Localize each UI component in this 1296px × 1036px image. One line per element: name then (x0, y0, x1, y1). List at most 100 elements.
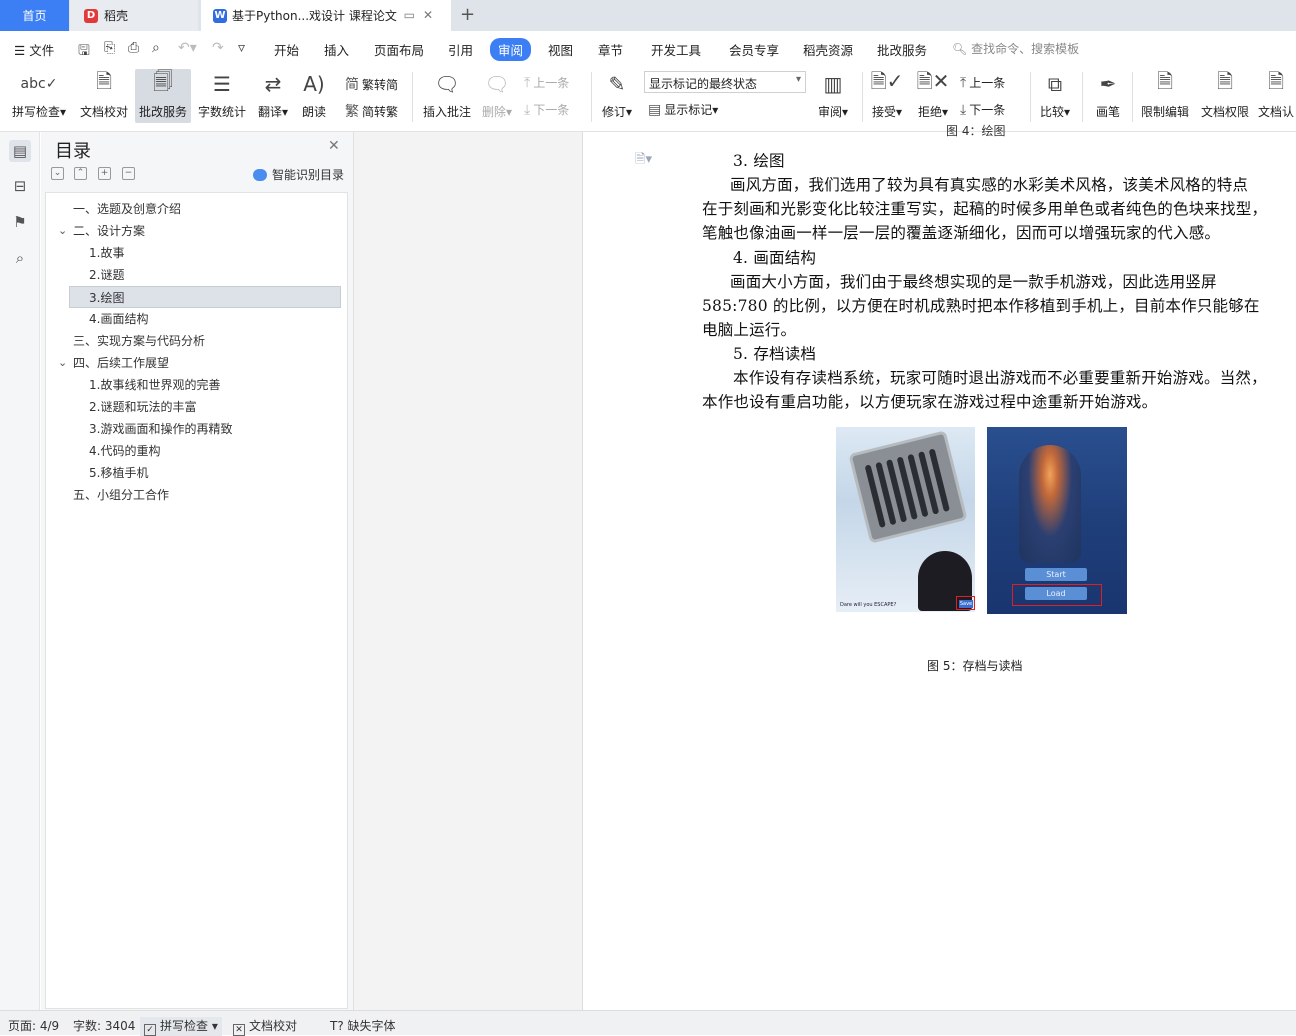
page-indicator[interactable]: 页面: 4/9 (8, 1017, 59, 1034)
command-search[interactable]: 🔍︎ 查找命令、搜索模板 (952, 40, 1079, 57)
menu-insert[interactable]: 插入 (324, 40, 349, 59)
toc-item[interactable]: 2.谜题和玩法的丰富 (89, 396, 196, 418)
review-pane-button[interactable]: ▥ 审阅▾ (814, 69, 852, 120)
tab-document[interactable]: W 基于Python...戏设计 课程论文 ▭✕ (201, 0, 451, 31)
chapter-nav-icon[interactable]: ⊟ (9, 175, 31, 197)
smart-toc-button[interactable]: 智能识别目录 (253, 166, 344, 183)
menu-daoke-resources[interactable]: 稻壳资源 (803, 40, 853, 59)
trad-to-simp-button[interactable]: 简繁转简 (345, 74, 398, 94)
toc-item-label: 二、设计方案 (73, 224, 146, 238)
add-heading-icon[interactable]: + (98, 167, 111, 180)
spell-check-button[interactable]: abc✓ 拼写检查▾ (8, 69, 70, 120)
missing-font-label: 缺失字体 (347, 1019, 396, 1033)
paragraph-marker-icon[interactable]: 🗎▾ (635, 150, 652, 172)
menu-page-layout[interactable]: 页面布局 (374, 40, 424, 59)
tab-daoke[interactable]: D 稻壳 (70, 0, 198, 31)
toc-item[interactable]: 2.谜题 (89, 264, 124, 286)
file-menu[interactable]: ☰ 文件 (14, 40, 54, 59)
pin-tab-icon[interactable]: ▭ (404, 8, 423, 22)
menu-review[interactable]: 审阅 (490, 38, 532, 61)
find-icon[interactable]: ⌕ (9, 247, 31, 269)
redo-icon[interactable]: ↷ (212, 40, 224, 56)
font-warning-icon: T? (330, 1019, 348, 1033)
missing-font-status[interactable]: T? 缺失字体 (330, 1017, 396, 1034)
toc-item[interactable]: ⌄ 二、设计方案 (58, 220, 146, 242)
toc-item[interactable]: 三、实现方案与代码分析 (73, 330, 205, 352)
remove-heading-icon[interactable]: − (122, 167, 135, 180)
doc-proof-button[interactable]: 🗎 文档校对 (76, 69, 132, 120)
prev-comment-button[interactable]: ⤒ 上一条 (524, 74, 569, 91)
outline-icon[interactable]: ▤ (9, 140, 31, 162)
review-ribbon: abc✓ 拼写检查▾ 🗎 文档校对 🗐 批改服务 ☰ 字数统计 ⇄ 翻译▾ A)… (0, 66, 1296, 132)
game-screenshot-save[interactable]: Dare will you ESCAPE? Save (836, 427, 975, 612)
correction-service-button[interactable]: 🗐 批改服务 (135, 69, 191, 123)
tab-home[interactable]: 首页 (0, 0, 69, 31)
collapse-all-icon[interactable]: ⌃ (74, 167, 87, 180)
read-aloud-button[interactable]: A) 朗读 (297, 69, 331, 120)
menu-developer[interactable]: 开发工具 (651, 40, 701, 59)
toc-item-label: 四、后续工作展望 (73, 356, 170, 370)
pen-button[interactable]: ✒ 画笔 (1090, 69, 1126, 120)
menu-member[interactable]: 会员专享 (729, 40, 779, 59)
translate-button[interactable]: ⇄ 翻译▾ (254, 69, 292, 120)
document-page[interactable]: 图 4：绘图 🗎▾ 3. 绘图 画风方面，我们选用了较为具有真实感的水彩美术风格… (582, 124, 1296, 1010)
toc-item[interactable]: ⌄ 四、后续工作展望 (58, 352, 170, 374)
next-comment-button[interactable]: ⤓ 下一条 (524, 101, 569, 118)
body-text-line: 在于刻画和光影变化比较注重写实，起稿的时候多用单色或者纯色的色块来找型， (702, 200, 1268, 218)
toc-item[interactable]: 4.代码的重构 (89, 440, 160, 462)
doc-proof-label: 文档校对 (79, 105, 128, 119)
toc-item[interactable]: 五、小组分工合作 (73, 484, 169, 506)
toc-item[interactable]: 5.移植手机 (89, 462, 148, 484)
toc-item[interactable]: 3.游戏画面和操作的再精致 (89, 418, 232, 440)
undo-icon[interactable]: ↶▾ (178, 40, 197, 56)
menu-view[interactable]: 视图 (548, 40, 573, 59)
revise-button[interactable]: ✎ 修订▾ (598, 69, 636, 120)
spell-check-status[interactable]: ✓ 拼写检查 ▾ (140, 1017, 222, 1036)
doc-cert-button[interactable]: 🗎 文档认 (1256, 69, 1296, 120)
toc-item-selected[interactable]: 3.绘图 (69, 286, 341, 308)
toc-item[interactable]: 4.画面结构 (89, 308, 148, 330)
delete-comment-button[interactable]: 🗨 删除▾ (478, 69, 516, 120)
ribbon-separator (1030, 72, 1031, 122)
menu-correction-service[interactable]: 批改服务 (877, 40, 927, 59)
collapse-arrow-icon[interactable]: ⌄ (58, 352, 67, 374)
menu-start[interactable]: 开始 (274, 40, 299, 59)
close-pane-icon[interactable]: ✕ (328, 138, 340, 154)
prev-revision-button[interactable]: ⤒ 上一条 (960, 74, 1005, 91)
compare-button[interactable]: ⧉ 比较▾ (1036, 69, 1074, 120)
close-tab-icon[interactable]: ✕ (423, 8, 441, 22)
reject-button[interactable]: 🗎✕ 拒绝▾ (914, 69, 952, 120)
expand-all-icon[interactable]: ⌄ (51, 167, 64, 180)
doc-permission-button[interactable]: 🗎 文档权限 (1198, 69, 1252, 120)
markup-state-select[interactable]: 显示标记的最终状态 (644, 71, 806, 93)
bookmark-icon[interactable]: ⚑ (9, 211, 31, 233)
toc-item[interactable]: 一、选题及创意介绍 (73, 198, 181, 220)
show-markup-button[interactable]: ▤ 显示标记 ▾ (648, 101, 718, 118)
quick-access-more-icon[interactable]: ▿ (238, 40, 245, 56)
save-icon[interactable]: 🖫 (78, 40, 90, 64)
accept-button[interactable]: 🗎✓ 接受▾ (868, 69, 906, 120)
simp-to-trad-button[interactable]: 繁简转繁 (345, 101, 398, 121)
collapse-arrow-icon[interactable]: ⌄ (58, 220, 67, 242)
toc-list: 一、选题及创意介绍 ⌄ 二、设计方案 1.故事 2.谜题 3.绘图 4.画面结构 … (45, 192, 348, 1009)
status-bar: 页面: 4/9 字数: 3404 ✓ 拼写检查 ▾ ✕ 文档校对 T? 缺失字体 (0, 1010, 1296, 1036)
print-icon[interactable]: ⎙ (128, 40, 139, 56)
game-screenshot-load[interactable]: Start Load (987, 427, 1127, 614)
word-count-button[interactable]: ☰ 字数统计 (196, 69, 248, 120)
toc-item[interactable]: 1.故事 (89, 242, 124, 264)
pen-icon: ✒ (1099, 72, 1117, 96)
word-count-indicator[interactable]: 字数: 3404 (73, 1017, 135, 1034)
doc-proof-status[interactable]: ✕ 文档校对 (233, 1017, 297, 1036)
insert-comment-button[interactable]: 🗨 插入批注 (420, 69, 474, 120)
menu-references[interactable]: 引用 (448, 40, 473, 59)
print-preview-icon[interactable]: ⌕ (152, 40, 160, 56)
menu-chapter[interactable]: 章节 (598, 40, 623, 59)
next-revision-button[interactable]: ⤓ 下一条 (960, 101, 1005, 118)
new-tab-button[interactable]: + (460, 4, 475, 25)
pen-label: 画笔 (1095, 105, 1120, 119)
export-pdf-icon[interactable]: ⎘ (104, 40, 115, 56)
toc-item[interactable]: 1.故事线和世界观的完善 (89, 374, 220, 396)
revise-label: 修订 (601, 105, 626, 119)
restrict-edit-button[interactable]: 🗎 限制编辑 (1138, 69, 1192, 120)
smart-toc-label: 智能识别目录 (272, 168, 345, 182)
